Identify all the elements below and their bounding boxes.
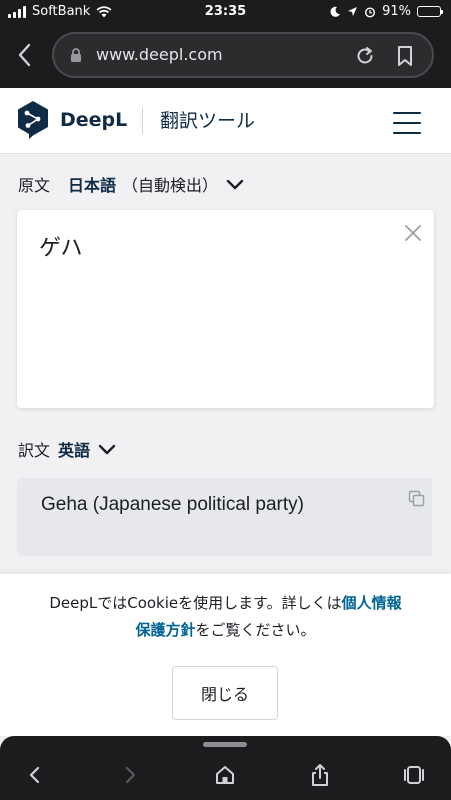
deepl-logo-icon[interactable] <box>16 100 50 140</box>
source-language-row[interactable]: 原文 日本語 （自動検出） <box>18 172 244 196</box>
forward-icon[interactable] <box>117 762 143 788</box>
source-text[interactable]: ゲハ <box>39 230 83 262</box>
source-language[interactable]: 日本語 <box>68 172 116 196</box>
status-bar: SoftBank 23:35 91% <box>0 0 451 24</box>
target-label: 訳文 <box>18 441 51 460</box>
back-chevron-icon[interactable] <box>14 40 36 70</box>
target-language[interactable]: 英語 <box>58 437 90 461</box>
status-right: 91% <box>329 4 443 19</box>
lock-icon <box>71 48 81 62</box>
target-language-row[interactable]: 訳文 英語 <box>18 437 116 461</box>
tool-title: 翻訳ツール <box>160 110 256 132</box>
battery-percent: 91% <box>382 4 411 19</box>
header-divider <box>142 108 143 134</box>
location-icon <box>348 7 358 16</box>
toolbar-handle[interactable] <box>203 742 247 747</box>
close-icon[interactable] <box>404 224 422 242</box>
bookmark-icon[interactable] <box>396 45 414 67</box>
source-detect-label: （自動検出） <box>122 176 219 195</box>
privacy-policy-link-2[interactable]: 保護方針 <box>135 621 195 639</box>
source-text-area[interactable]: ゲハ <box>17 210 434 408</box>
reload-icon[interactable] <box>354 45 376 67</box>
close-cookie-button[interactable]: 閉じる <box>172 666 278 720</box>
share-icon[interactable] <box>307 762 333 788</box>
home-icon[interactable] <box>212 762 238 788</box>
chevron-down-icon[interactable] <box>98 443 116 455</box>
translation-text: Geha (Japanese political party) <box>41 494 304 515</box>
back-icon[interactable] <box>22 762 48 788</box>
alarm-icon <box>365 6 376 18</box>
hamburger-menu-icon[interactable] <box>393 112 423 134</box>
source-label: 原文 <box>18 176 51 195</box>
brand-name[interactable]: DeepL <box>60 109 127 131</box>
chevron-down-icon[interactable] <box>226 178 244 190</box>
browser-toolbar <box>0 736 451 800</box>
url-text[interactable]: www.deepl.com <box>96 45 223 64</box>
site-header: DeepL 翻訳ツール <box>0 88 451 154</box>
tabs-icon[interactable] <box>401 762 427 788</box>
battery-icon <box>417 6 443 17</box>
cookie-text-2: をご覧ください。 <box>195 621 316 639</box>
target-text-area: Geha (Japanese political party) <box>17 478 432 556</box>
cookie-text-1: DeepLではCookieを使用します。詳しくは <box>49 594 342 612</box>
address-bar[interactable]: www.deepl.com <box>52 32 434 78</box>
cookie-banner: DeepLではCookieを使用します。詳しくは個人情報 保護方針をご覧ください… <box>0 574 451 736</box>
privacy-policy-link-1[interactable]: 個人情報 <box>342 594 402 612</box>
cookie-message: DeepLではCookieを使用します。詳しくは個人情報 保護方針をご覧ください… <box>0 590 451 644</box>
copy-icon[interactable] <box>408 490 426 508</box>
browser-chrome: SoftBank 23:35 91% www.deepl.com <box>0 0 451 88</box>
moon-icon <box>330 6 341 17</box>
